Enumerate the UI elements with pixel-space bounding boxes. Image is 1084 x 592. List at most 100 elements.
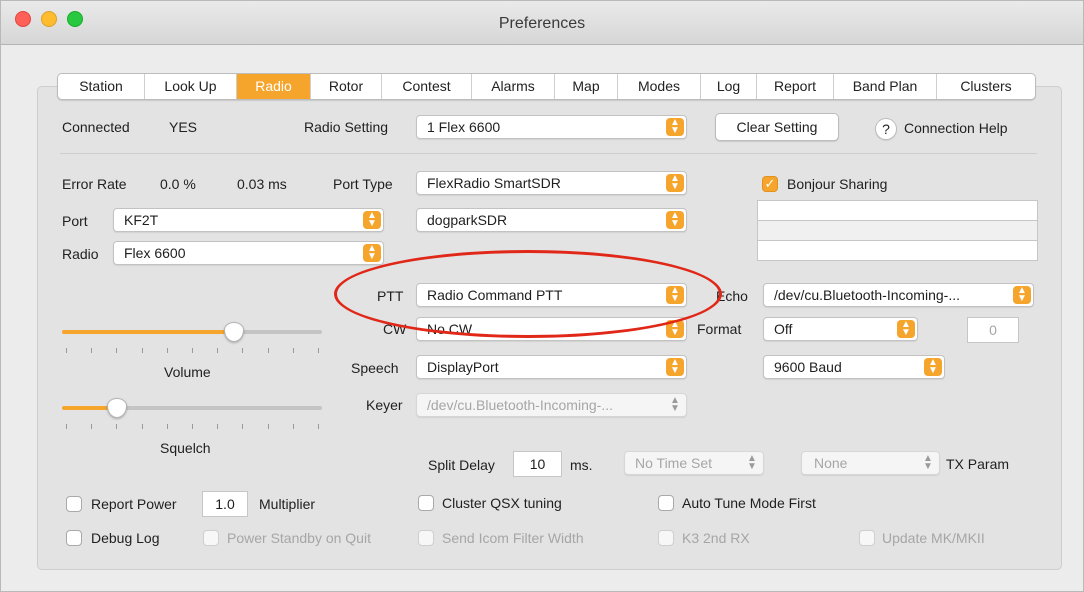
slider-tick [267, 424, 269, 429]
tab-modes[interactable]: Modes [618, 74, 701, 99]
slider-tick [267, 348, 269, 353]
volume-slider-knob[interactable] [223, 322, 244, 342]
tab-alarms[interactable]: Alarms [472, 74, 555, 99]
chevron-updown-icon: ▲ ▼ [747, 453, 757, 472]
speech-select[interactable]: DisplayPort ▲ ▼ [416, 355, 687, 379]
slider-tick [292, 424, 294, 429]
flex-radio-select[interactable]: dogparkSDR ▲ ▼ [416, 208, 687, 232]
format-value: Off [774, 321, 793, 337]
connected-label: Connected [62, 119, 130, 135]
radio-label: Radio [62, 246, 99, 262]
format-select[interactable]: Off ▲ ▼ [763, 317, 918, 341]
radio-setting-select[interactable]: 1 Flex 6600 ▲ ▼ [416, 115, 687, 139]
split-delay-field[interactable]: 10 [513, 451, 562, 477]
volume-slider-fill [62, 330, 234, 334]
chevron-updown-icon: ▲ ▼ [666, 358, 684, 376]
multiplier-label: Multiplier [259, 496, 316, 512]
slider-tick [192, 348, 193, 353]
baud-select[interactable]: 9600 Baud ▲ ▼ [763, 355, 945, 379]
tab-look-up[interactable]: Look Up [145, 74, 237, 99]
tab-clusters[interactable]: Clusters [937, 74, 1035, 99]
slider-tick [166, 348, 168, 353]
chevron-updown-icon: ▲ ▼ [666, 118, 684, 136]
cluster-qsx-label: Cluster QSX tuning [442, 495, 562, 511]
slider-tick [141, 348, 143, 353]
radio-select[interactable]: Flex 6600 ▲ ▼ [113, 241, 384, 265]
time-set-select[interactable]: No Time Set ▲ ▼ [624, 451, 764, 475]
tab-rotor[interactable]: Rotor [311, 74, 382, 99]
report-power-label: Report Power [91, 496, 177, 512]
port-type-value: FlexRadio SmartSDR [427, 175, 561, 191]
baud-value: 9600 Baud [774, 359, 842, 375]
power-standby-label: Power Standby on Quit [227, 530, 371, 546]
update-mk-checkbox[interactable] [859, 530, 875, 546]
k3-2nd-rx-checkbox[interactable] [658, 530, 674, 546]
error-rate-value: 0.0 % [160, 176, 196, 192]
tab-contest[interactable]: Contest [382, 74, 472, 99]
squelch-label: Squelch [160, 440, 211, 456]
split-delay-label: Split Delay [428, 457, 495, 473]
radio-value: Flex 6600 [124, 245, 186, 261]
help-icon[interactable]: ? [875, 118, 897, 140]
slider-tick [192, 424, 193, 429]
port-type-select[interactable]: FlexRadio SmartSDR ▲ ▼ [416, 171, 687, 195]
chevron-updown-icon: ▲ ▼ [363, 244, 381, 262]
port-type-label: Port Type [333, 176, 393, 192]
bonjour-list-row[interactable] [757, 200, 1038, 221]
tx-param-label: TX Param [946, 456, 1010, 472]
slider-tick [66, 348, 67, 353]
tab-report[interactable]: Report [757, 74, 834, 99]
error-rate-label: Error Rate [62, 176, 127, 192]
port-select[interactable]: KF2T ▲ ▼ [113, 208, 384, 232]
bonjour-sharing-checkbox[interactable]: ✓ [762, 176, 778, 192]
squelch-slider-knob[interactable] [106, 398, 127, 418]
bonjour-list-row[interactable] [757, 240, 1038, 261]
debug-log-checkbox[interactable] [66, 530, 82, 546]
slider-tick [318, 348, 319, 353]
latency-value: 0.03 ms [237, 176, 287, 192]
divider [60, 153, 1037, 154]
chevron-updown-icon: ▲ ▼ [924, 358, 942, 376]
tab-map[interactable]: Map [555, 74, 618, 99]
multiplier-field[interactable]: 1.0 [202, 491, 248, 517]
auto-tune-checkbox[interactable] [658, 495, 674, 511]
power-standby-checkbox[interactable] [203, 530, 219, 546]
connection-help-link[interactable]: Connection Help [904, 120, 1008, 136]
report-power-checkbox[interactable] [66, 496, 82, 512]
slider-tick [242, 348, 244, 353]
keyer-select[interactable]: /dev/cu.Bluetooth-Incoming-... ▲ ▼ [416, 393, 687, 417]
tx-param-select[interactable]: None ▲ ▼ [801, 451, 940, 475]
echo-select[interactable]: /dev/cu.Bluetooth-Incoming-... ▲ ▼ [763, 283, 1034, 307]
clear-setting-button[interactable]: Clear Setting [715, 113, 839, 141]
slider-tick [318, 424, 319, 429]
echo-value: /dev/cu.Bluetooth-Incoming-... [774, 287, 960, 303]
tab-log[interactable]: Log [701, 74, 757, 99]
update-mk-label: Update MK/MKII [882, 530, 985, 546]
cluster-qsx-checkbox[interactable] [418, 495, 434, 511]
send-icom-checkbox[interactable] [418, 530, 434, 546]
chevron-updown-icon: ▲ ▼ [670, 395, 680, 414]
time-set-value: No Time Set [635, 455, 713, 471]
tx-param-value: None [814, 455, 848, 471]
port-value: KF2T [124, 212, 159, 228]
slider-tick [116, 424, 118, 429]
window-title: Preferences [498, 15, 586, 32]
flex-radio-value: dogparkSDR [427, 212, 508, 228]
auto-tune-label: Auto Tune Mode First [682, 495, 816, 511]
slider-tick [141, 424, 143, 429]
slider-tick [116, 348, 118, 353]
k3-2nd-rx-label: K3 2nd RX [682, 530, 750, 546]
tab-station[interactable]: Station [58, 74, 145, 99]
annotation-ellipse [334, 250, 722, 338]
speech-label: Speech [351, 360, 399, 376]
port-label: Port [62, 213, 88, 229]
tab-radio[interactable]: Radio [237, 74, 311, 99]
keyer-label: Keyer [366, 397, 403, 413]
bonjour-list-row[interactable] [757, 220, 1038, 241]
debug-log-label: Debug Log [91, 530, 160, 546]
title-bar[interactable]: Preferences [1, 1, 1083, 45]
format-label: Format [697, 321, 742, 337]
format-number-field[interactable]: 0 [967, 317, 1019, 343]
slider-tick [91, 348, 93, 353]
tab-band-plan[interactable]: Band Plan [834, 74, 937, 99]
